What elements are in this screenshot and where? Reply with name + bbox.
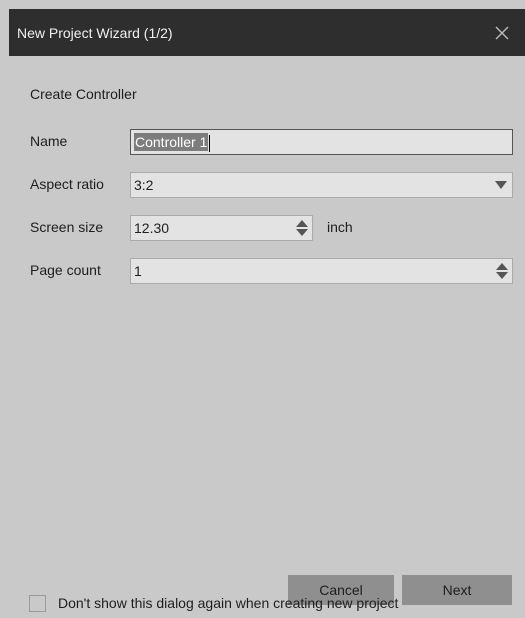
text-caret <box>209 134 211 152</box>
close-button[interactable] <box>479 9 525 56</box>
title-bar: New Project Wizard (1/2) <box>9 9 525 56</box>
name-input-value: Controller 1 <box>134 133 209 151</box>
new-project-wizard-dialog: New Project Wizard (1/2) Create Controll… <box>9 9 525 618</box>
spin-arrows-icon[interactable] <box>296 220 308 236</box>
screen-size-value: 12.30 <box>134 220 170 236</box>
dont-show-again-label: Don't show this dialog again when creati… <box>58 595 399 611</box>
spin-arrows-icon[interactable] <box>496 263 508 279</box>
aspect-ratio-dropdown[interactable]: 3:2 <box>130 172 513 198</box>
page-count-label: Page count <box>30 262 101 278</box>
section-title: Create Controller <box>30 86 137 102</box>
screen-size-unit: inch <box>327 219 353 235</box>
dont-show-again-checkbox[interactable] <box>29 595 46 612</box>
name-input[interactable]: Controller 1 <box>130 129 513 155</box>
page-count-value: 1 <box>134 263 142 279</box>
aspect-ratio-label: Aspect ratio <box>30 176 104 192</box>
close-icon <box>495 26 509 39</box>
name-label: Name <box>30 133 68 149</box>
chevron-down-icon <box>495 181 507 189</box>
page-count-spinbox[interactable]: 1 <box>130 258 513 284</box>
screen-size-label: Screen size <box>30 219 104 235</box>
aspect-ratio-value: 3:2 <box>134 177 154 193</box>
dialog-title: New Project Wizard (1/2) <box>17 25 173 41</box>
next-button[interactable]: Next <box>402 575 512 605</box>
screen-size-spinbox[interactable]: 12.30 <box>130 215 313 241</box>
